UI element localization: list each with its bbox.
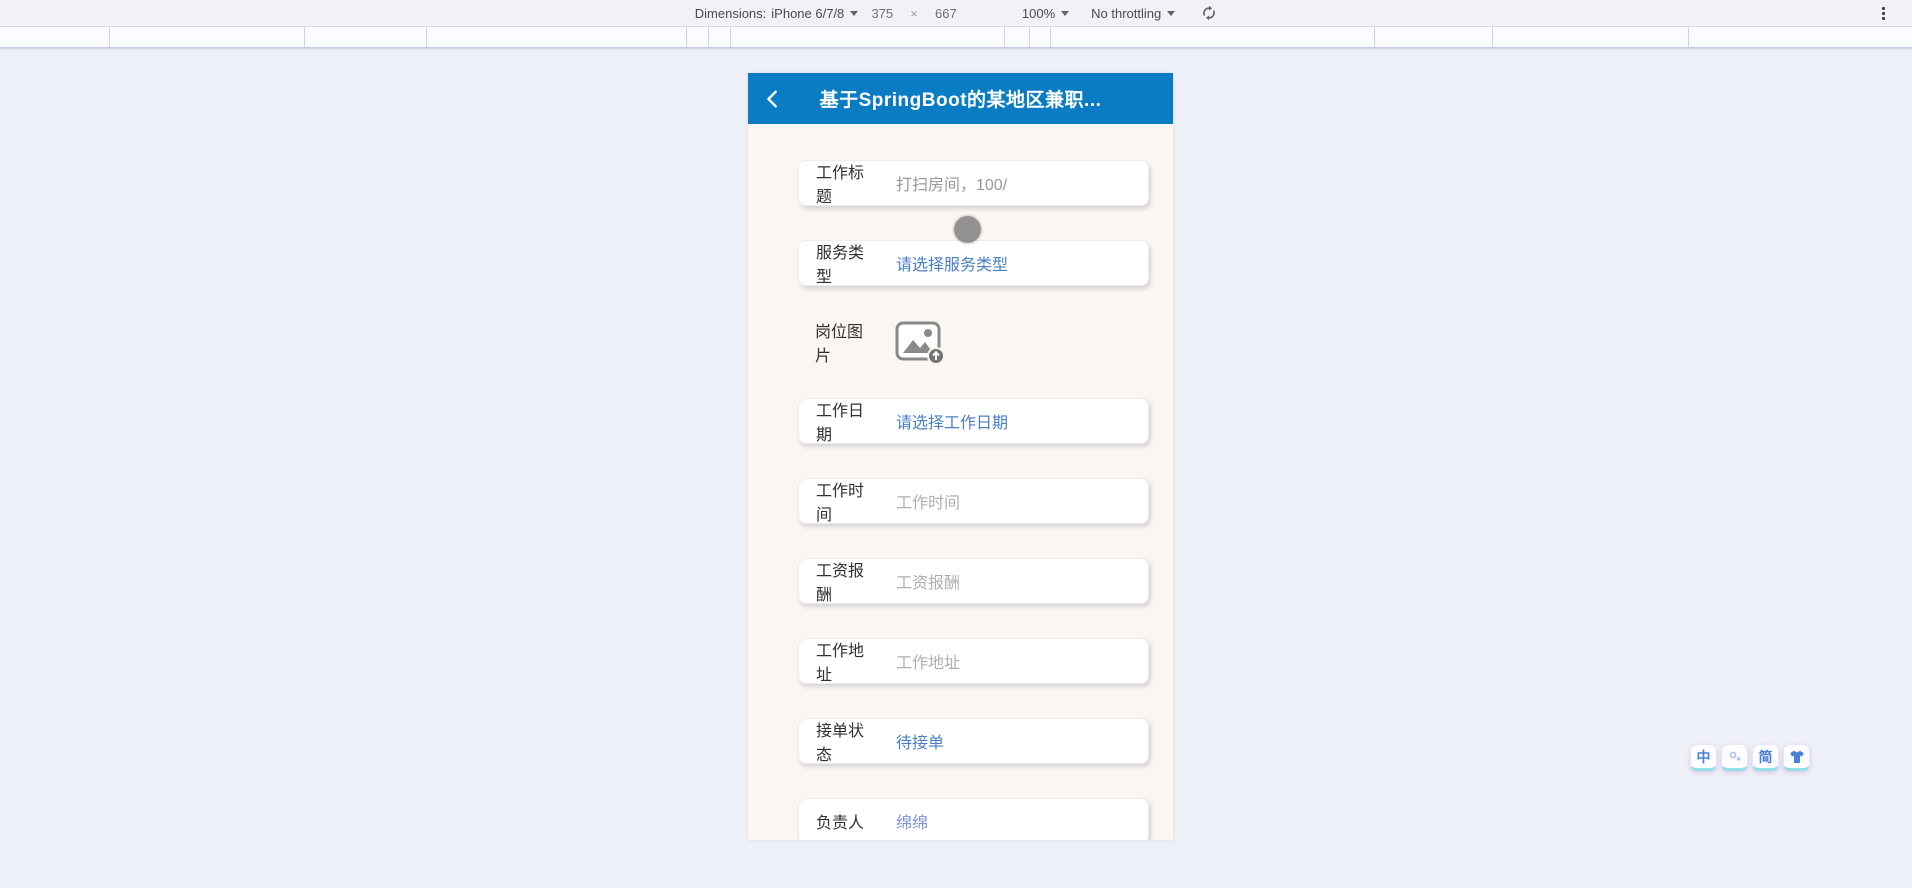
device-viewport: 基于SpringBoot的某地区兼职... 工作标题 打扫房间，100/ 服务类… (748, 73, 1173, 840)
form-row-7[interactable]: 工作地址 工作地址 (798, 638, 1149, 684)
background-table-cell (709, 27, 731, 47)
form-row-4[interactable]: 工作日期 请选择工作日期 (798, 398, 1149, 444)
dots-widget-button[interactable] (1721, 744, 1748, 771)
page-title: 基于SpringBoot的某地区兼职... (819, 90, 1102, 111)
field-label: 服务类型 (816, 245, 865, 286)
background-table-cell (1493, 27, 1689, 47)
simplified-char-widget-button[interactable]: 简 (1752, 744, 1779, 771)
device-select[interactable]: iPhone 6/7/8 (771, 5, 859, 21)
field-value: 打扫房间，100/ (896, 177, 1008, 194)
simplified-char-icon: 简 (1758, 748, 1773, 765)
background-table-cell (1051, 27, 1375, 47)
back-button[interactable] (760, 86, 786, 112)
image-upload-icon (895, 321, 945, 364)
dimensions-group: Dimensions: iPhone 6/7/8 375 × 667 (695, 6, 970, 21)
image-upload-button[interactable] (895, 320, 945, 364)
kebab-dot (1881, 6, 1885, 10)
field-label: 工作时间 (816, 483, 865, 524)
throttling-label: No throttling (1091, 5, 1162, 21)
field-label: 接单状态 (816, 723, 865, 764)
field-value: 待接单 (896, 735, 945, 752)
shirt-icon (1789, 750, 1804, 763)
devtools-more-options-button[interactable] (1874, 4, 1892, 22)
background-table-row (0, 27, 1912, 48)
field-value: 绵绵 (896, 815, 929, 832)
field-value: 工作时间 (896, 495, 961, 512)
background-table-cell (687, 27, 709, 47)
form-row-1[interactable]: 工作标题 打扫房间，100/ (798, 160, 1149, 206)
viewport-width-input[interactable]: 375 (868, 6, 896, 21)
field-value: 请选择工作日期 (896, 415, 1009, 432)
field-label: 工资报酬 (816, 563, 865, 604)
form-row-upload-3: 岗位图片 (798, 320, 1149, 365)
field-value: 请选择服务类型 (896, 257, 1009, 274)
dimensions-multiply-sign: × (910, 5, 918, 21)
device-name: iPhone 6/7/8 (771, 5, 845, 21)
form-row-5[interactable]: 工作时间 工作时间 (798, 478, 1149, 524)
background-table-cell (1030, 27, 1051, 47)
shirt-widget-button[interactable] (1783, 744, 1810, 771)
viewport-height-input[interactable]: 667 (932, 6, 960, 21)
form-row-6[interactable]: 工资报酬 工资报酬 (798, 558, 1149, 604)
throttling-select[interactable]: No throttling (1091, 5, 1176, 21)
background-table-cell (1005, 27, 1030, 47)
chevron-left-icon (767, 90, 777, 108)
form-row-2[interactable]: 服务类型 请选择服务类型 (798, 240, 1149, 286)
background-table-cell (0, 27, 110, 47)
chinese-char-widget-button[interactable]: 中 (1690, 744, 1717, 771)
field-label: 工作标题 (816, 165, 865, 206)
zoom-level: 100% (1021, 5, 1056, 21)
background-table-cell (110, 27, 305, 47)
chevron-down-icon (1167, 10, 1176, 16)
rotate-icon (1203, 5, 1216, 21)
dimensions-label: Dimensions: (694, 5, 767, 21)
kebab-dot (1881, 11, 1885, 15)
background-table-cell (1375, 27, 1493, 47)
background-table-cell (305, 27, 427, 47)
zoom-select[interactable]: 100% (1021, 5, 1070, 21)
devtools-device-toolbar: Dimensions: iPhone 6/7/8 375 × 667 100% … (0, 0, 1912, 27)
field-label: 负责人 (816, 815, 865, 832)
app-header: 基于SpringBoot的某地区兼职... (748, 73, 1173, 124)
field-value: 工资报酬 (896, 575, 961, 592)
field-label: 工作日期 (816, 403, 865, 444)
field-label: 工作地址 (816, 643, 865, 684)
form-list: 工作标题 打扫房间，100/ 服务类型 请选择服务类型 岗位图片 工作日期 请选… (748, 124, 1173, 840)
field-label: 岗位图片 (815, 324, 864, 365)
chinese-char-icon: 中 (1696, 748, 1711, 765)
form-row-8[interactable]: 接单状态 待接单 (798, 718, 1149, 764)
chevron-down-icon (1061, 10, 1070, 16)
background-table-cell (1689, 27, 1912, 47)
rotate-viewport-button[interactable] (1201, 5, 1217, 21)
dots-icon (1729, 751, 1740, 761)
field-value: 工作地址 (896, 655, 961, 672)
kebab-dot (1881, 16, 1885, 20)
form-row-9[interactable]: 负责人 绵绵 (798, 798, 1149, 840)
background-table-cell (731, 27, 1005, 47)
floating-extension-widgets: 中简 (1690, 744, 1810, 771)
chevron-down-icon (850, 10, 859, 16)
background-table-cell (427, 27, 687, 47)
